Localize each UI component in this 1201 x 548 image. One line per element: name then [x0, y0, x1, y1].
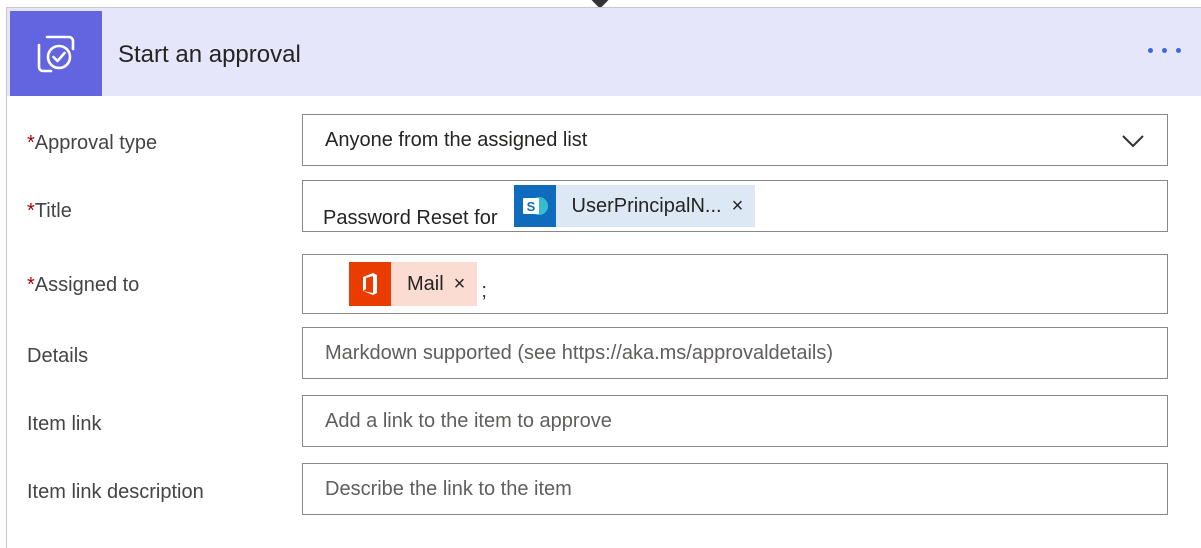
title-token-text: UserPrincipalN...	[571, 194, 722, 217]
title-label: *Title	[27, 200, 72, 222]
item-link-description-label: Item link description	[27, 481, 204, 503]
approval-type-value: Anyone from the assigned list	[325, 128, 588, 151]
card-title: Start an approval	[118, 41, 301, 68]
approval-type-label: *Approval type	[27, 132, 158, 154]
approval-check-icon	[10, 11, 102, 96]
title-token-remove-icon[interactable]: ×	[732, 195, 756, 218]
assigned-to-token-remove-icon[interactable]: ×	[454, 273, 478, 296]
assigned-to-separator: ;	[481, 279, 487, 302]
item-link-input[interactable]: Add a link to the item to approve	[302, 395, 1168, 447]
card-header[interactable]: Start an approval	[7, 8, 1201, 96]
assigned-to-token-text: Mail	[407, 272, 444, 295]
more-options-icon[interactable]	[1148, 48, 1181, 53]
assigned-to-field[interactable]: Mail × ;	[302, 254, 1168, 314]
details-placeholder: Markdown supported (see https://aka.ms/a…	[325, 341, 834, 364]
svg-text:S: S	[526, 199, 535, 214]
title-field[interactable]: Password Reset for S UserPrincipalN... ×	[302, 180, 1168, 232]
details-label: Details	[27, 345, 89, 367]
item-link-description-placeholder: Describe the link to the item	[325, 477, 572, 500]
item-link-placeholder: Add a link to the item to approve	[325, 409, 612, 432]
assigned-to-token[interactable]: Mail ×	[349, 262, 478, 306]
title-token[interactable]: S UserPrincipalN... ×	[513, 185, 756, 227]
sharepoint-icon: S	[513, 185, 556, 227]
item-link-label: Item link	[27, 413, 102, 435]
item-link-description-input[interactable]: Describe the link to the item	[302, 463, 1168, 515]
assigned-to-label: *Assigned to	[27, 274, 140, 296]
approval-type-dropdown[interactable]: Anyone from the assigned list	[302, 114, 1168, 166]
title-text: Password Reset for	[323, 206, 498, 229]
chevron-down-icon[interactable]	[1121, 129, 1145, 159]
office365-icon	[349, 262, 391, 306]
details-input[interactable]: Markdown supported (see https://aka.ms/a…	[302, 327, 1168, 379]
